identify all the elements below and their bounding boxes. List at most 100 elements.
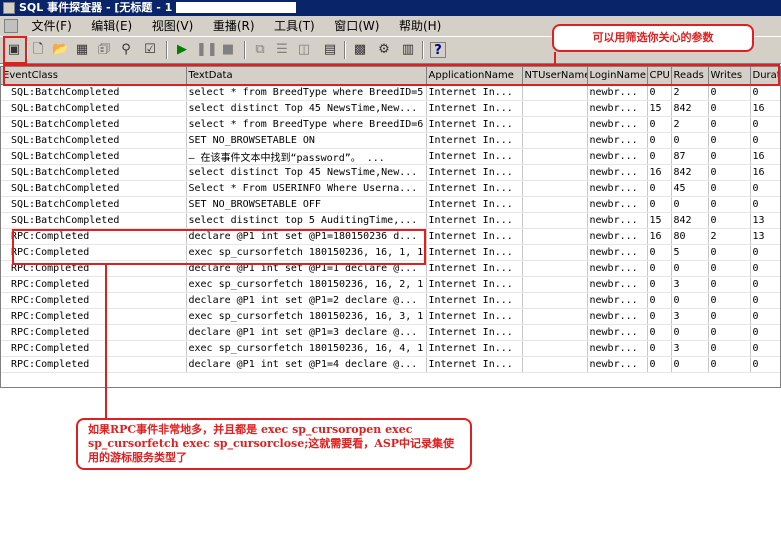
cell-writes: 0 <box>708 244 751 261</box>
table-row[interactable]: SQL:BatchCompleted select distinct Top 45… <box>1 100 780 117</box>
menu-window[interactable]: 窗口(W) <box>326 16 387 36</box>
cell-eventclass: RPC:Completed <box>1 340 187 357</box>
tuning-icon[interactable]: ⚙ <box>376 42 392 58</box>
cell-reads: 45 <box>671 180 709 197</box>
table-row[interactable]: SQL:BatchCompleted — 在该事件文本中找到“password”。… <box>1 148 780 165</box>
table-row[interactable]: SQL:BatchCompleted select * from BreedTyp… <box>1 84 780 101</box>
rpc-highlight-box <box>12 229 426 265</box>
new-trace-icon[interactable]: 🗋 <box>30 42 46 58</box>
cell-reads: 0 <box>671 356 709 373</box>
cell-ntusername <box>522 356 588 373</box>
cell-writes: 0 <box>708 132 751 149</box>
cell-textdata: — 在该事件文本中找到“password”。 ... <box>186 148 427 165</box>
table-row[interactable]: RPC:Completed exec sp_cursorfetch 1801502… <box>1 308 780 325</box>
menu-tools[interactable]: 工具(T) <box>266 16 323 36</box>
menu-view[interactable]: 视图(V) <box>144 16 202 36</box>
cascade-icon[interactable]: ⧉ <box>252 42 268 58</box>
cell-writes: 0 <box>708 292 751 309</box>
document-icon[interactable] <box>4 19 18 33</box>
app-icon <box>3 2 15 14</box>
cell-ntusername <box>522 100 588 117</box>
cell-duration: 0 <box>750 244 780 261</box>
cell-ntusername <box>522 132 588 149</box>
table-row[interactable]: SQL:BatchCompleted select distinct top 5 … <box>1 212 780 229</box>
tile-horizontal-icon[interactable]: ☰ <box>274 42 290 58</box>
cell-textdata: SET NO_BROWSETABLE ON <box>186 132 427 149</box>
title-blank-field <box>176 2 297 13</box>
cell-textdata: declare @P1 int set @P1=2 declare @... <box>186 292 427 309</box>
cell-cpu: 0 <box>647 324 672 341</box>
cell-ntusername <box>522 292 588 309</box>
manager-icon[interactable]: ▥ <box>400 42 416 58</box>
stop-icon[interactable]: ■ <box>220 42 236 58</box>
events-icon[interactable]: ▤ <box>322 42 338 58</box>
properties-icon[interactable]: 🗊 <box>96 42 112 58</box>
cell-ntusername <box>522 148 588 165</box>
cell-applicationname: Internet In... <box>426 356 523 373</box>
cell-eventclass: SQL:BatchCompleted <box>1 100 187 117</box>
query-analyzer-icon[interactable]: ▩ <box>352 42 368 58</box>
cell-applicationname: Internet In... <box>426 292 523 309</box>
cell-loginname: newbr... <box>587 132 648 149</box>
cell-writes: 0 <box>708 116 751 133</box>
table-row[interactable]: RPC:Completed declare @P1 int set @P1=4 d… <box>1 356 780 373</box>
callout-leader <box>105 264 107 418</box>
table-row[interactable]: SQL:BatchCompleted Select * From USERINFO… <box>1 180 780 197</box>
cell-loginname: newbr... <box>587 116 648 133</box>
table-row[interactable]: RPC:Completed declare @P1 int set @P1=3 d… <box>1 324 780 341</box>
cell-applicationname: Internet In... <box>426 308 523 325</box>
cell-reads: 0 <box>671 292 709 309</box>
menu-edit[interactable]: 编辑(E) <box>83 16 140 36</box>
cell-cpu: 0 <box>647 84 672 101</box>
rpc-tip-callout: 如果RPC事件非常地多，并且都是 exec sp_cursoropen exec… <box>76 418 472 470</box>
cell-duration: 0 <box>750 180 780 197</box>
cell-duration: 16 <box>750 148 780 165</box>
cell-textdata: select * from BreedType where BreedID=5 <box>186 84 427 101</box>
cell-ntusername <box>522 212 588 229</box>
cell-applicationname: Internet In... <box>426 164 523 181</box>
open-icon[interactable]: 📂 <box>52 42 68 58</box>
tile-vertical-icon[interactable]: ◫ <box>296 42 312 58</box>
cell-textdata: select distinct top 5 AuditingTime,... <box>186 212 427 229</box>
table-row[interactable]: SQL:BatchCompleted select distinct Top 45… <box>1 164 780 181</box>
window-title: SQL 事件探查器 - [无标题 - 1 <box>19 1 173 14</box>
menu-replay[interactable]: 重播(R) <box>205 16 263 36</box>
cell-cpu: 0 <box>647 132 672 149</box>
cell-writes: 0 <box>708 100 751 117</box>
title-bar: SQL 事件探查器 - [无标题 - 1 <box>0 0 781 16</box>
table-row[interactable]: SQL:BatchCompleted select * from BreedTyp… <box>1 116 780 133</box>
cell-cpu: 16 <box>647 164 672 181</box>
table-row[interactable]: SQL:BatchCompleted SET NO_BROWSETABLE OFF… <box>1 196 780 213</box>
cell-applicationname: Internet In... <box>426 244 523 261</box>
cell-loginname: newbr... <box>587 292 648 309</box>
cell-duration: 0 <box>750 132 780 149</box>
table-row[interactable]: SQL:BatchCompleted SET NO_BROWSETABLE ON I… <box>1 132 780 149</box>
cell-reads: 842 <box>671 212 709 229</box>
cell-cpu: 16 <box>647 228 672 245</box>
start-icon[interactable]: ▶ <box>174 42 190 58</box>
cell-eventclass: SQL:BatchCompleted <box>1 196 187 213</box>
cell-cpu: 0 <box>647 292 672 309</box>
template-icon[interactable]: ▦ <box>74 42 90 58</box>
cell-applicationname: Internet In... <box>426 180 523 197</box>
table-row[interactable]: RPC:Completed exec sp_cursorfetch 1801502… <box>1 276 780 293</box>
cell-loginname: newbr... <box>587 356 648 373</box>
cell-applicationname: Internet In... <box>426 260 523 277</box>
cell-loginname: newbr... <box>587 276 648 293</box>
clear-icon[interactable]: ☑ <box>142 42 158 58</box>
pause-icon[interactable]: ❚❚ <box>196 42 218 58</box>
find-icon[interactable]: ⚲ <box>118 42 134 58</box>
cell-writes: 0 <box>708 340 751 357</box>
table-row[interactable]: RPC:Completed exec sp_cursorfetch 1801502… <box>1 340 780 357</box>
table-row[interactable]: RPC:Completed declare @P1 int set @P1=2 d… <box>1 292 780 309</box>
cell-loginname: newbr... <box>587 340 648 357</box>
cell-cpu: 15 <box>647 100 672 117</box>
cell-duration: 0 <box>750 84 780 101</box>
cell-eventclass: RPC:Completed <box>1 276 187 293</box>
cell-reads: 842 <box>671 164 709 181</box>
cell-writes: 0 <box>708 212 751 229</box>
menu-file[interactable]: 文件(F) <box>24 16 80 36</box>
menu-help[interactable]: 帮助(H) <box>391 16 449 36</box>
help-icon[interactable]: ? <box>430 42 446 58</box>
cell-loginname: newbr... <box>587 84 648 101</box>
